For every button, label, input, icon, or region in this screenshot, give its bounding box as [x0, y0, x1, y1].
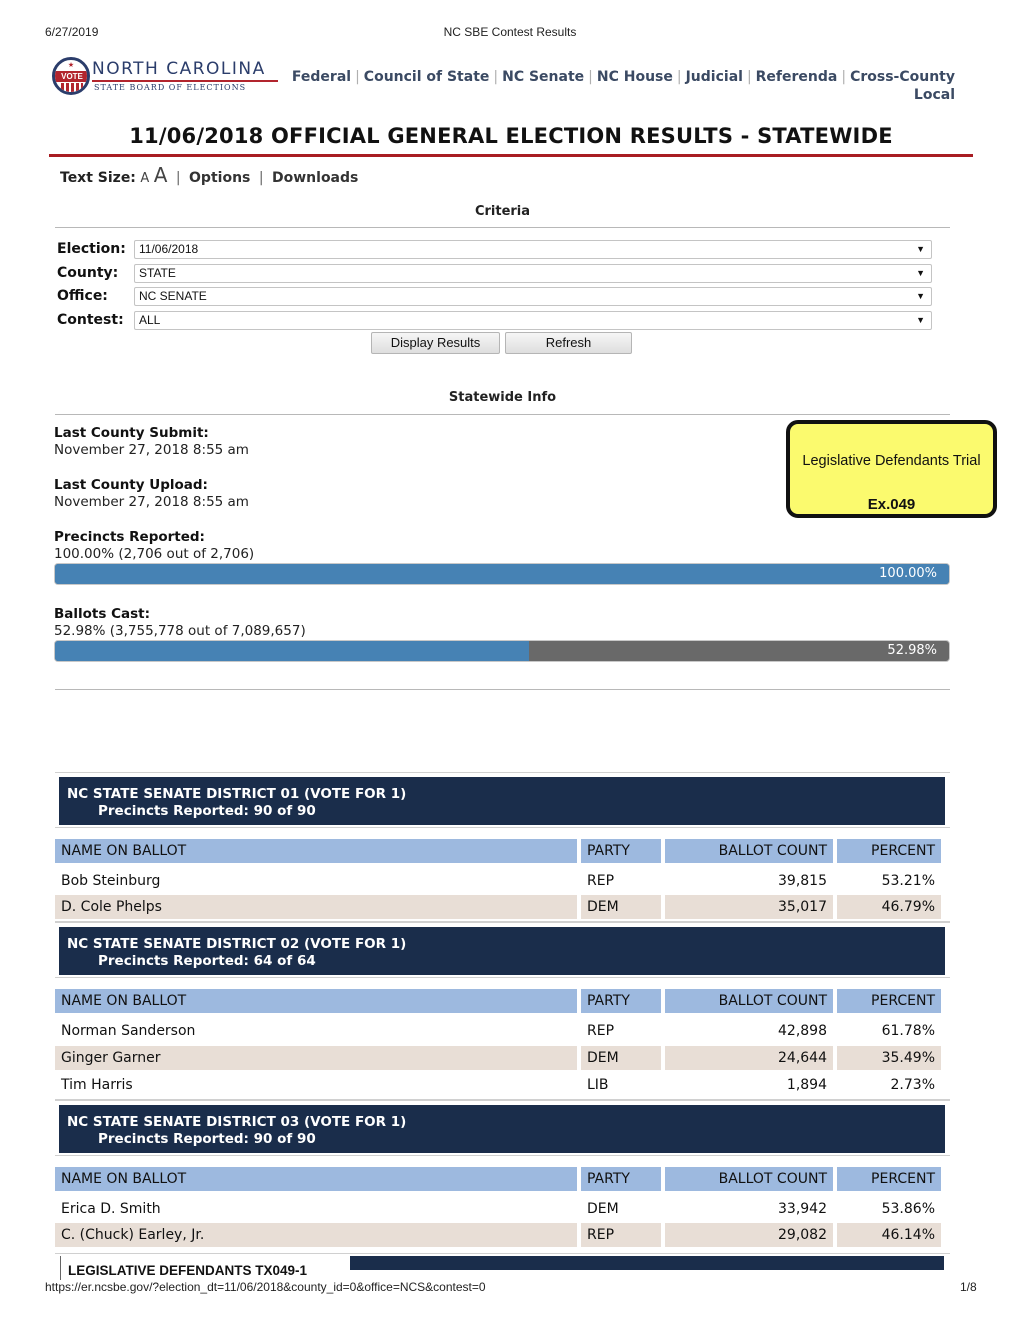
progress-label: 52.98% — [887, 643, 937, 658]
criteria-heading: Criteria — [474, 204, 531, 219]
exhibit-stamp: LEGISLATIVE DEFENDANTS TX049-1 — [60, 1256, 350, 1280]
nav-judicial[interactable]: Judicial — [686, 69, 743, 85]
contest-title: NC STATE SENATE DISTRICT 03 (VOTE FOR 1) — [67, 1114, 407, 1130]
column-header-percent: PERCENT — [837, 839, 941, 863]
contest-precincts: Precincts Reported: 90 of 90 — [98, 803, 316, 819]
display-results-button[interactable]: Display Results — [371, 332, 500, 354]
progress-fill — [55, 641, 529, 661]
text-size-small-button[interactable]: A — [140, 171, 149, 186]
dropdown-arrow-icon: ▼ — [916, 291, 925, 301]
title-divider — [49, 154, 973, 157]
dropdown-arrow-icon: ▼ — [916, 268, 925, 278]
column-header-party: PARTY — [581, 839, 661, 863]
nav-referenda[interactable]: Referenda — [756, 69, 838, 85]
exhibit-caption: Legislative Defendants Trial — [802, 453, 981, 469]
contest-banner: NC STATE SENATE DISTRICT 01 (VOTE FOR 1)… — [59, 777, 945, 825]
table-row: Erica D. Smith DEM 33,942 53.86% — [61, 1201, 935, 1217]
downloads-link[interactable]: Downloads — [272, 170, 358, 186]
progress-fill — [55, 564, 949, 584]
print-footer-url: https://er.ncsbe.gov/?election_dt=11/06/… — [45, 1280, 486, 1294]
ballots-progress-bar: 52.98% — [54, 640, 950, 662]
statewide-info-heading: Statewide Info — [448, 390, 557, 405]
contest-banner: NC STATE SENATE DISTRICT 03 (VOTE FOR 1)… — [59, 1105, 945, 1153]
nav-federal[interactable]: Federal — [292, 69, 351, 85]
table-row: C. (Chuck) Earley, Jr. REP 29,082 46.14% — [55, 1223, 941, 1247]
column-header-percent: PERCENT — [837, 989, 941, 1013]
contest-banner: NC STATE SENATE DISTRICT 02 (VOTE FOR 1)… — [59, 927, 945, 975]
print-title: NC SBE Contest Results — [443, 25, 577, 39]
column-header-name: NAME ON BALLOT — [55, 839, 577, 863]
contest-banner-partial — [350, 1256, 944, 1270]
dropdown-arrow-icon: ▼ — [916, 315, 925, 325]
text-size-label: Text Size: — [60, 170, 136, 186]
contest-table: NC STATE SENATE DISTRICT 02 (VOTE FOR 1)… — [55, 922, 950, 1100]
dropdown-arrow-icon: ▼ — [916, 244, 925, 254]
last-upload-label: Last County Upload: — [54, 477, 208, 493]
table-header-row: NAME ON BALLOT PARTY BALLOT COUNT PERCEN… — [55, 839, 941, 863]
precincts-progress-bar: 100.00% — [54, 563, 950, 585]
county-label: County: — [57, 265, 119, 281]
print-page-number: 1/8 — [960, 1280, 977, 1294]
ncsbe-logo[interactable]: ★ VOTE NORTH CAROLINA STATE BOARD OF ELE… — [52, 57, 280, 99]
precincts-reported-value: 100.00% (2,706 out of 2,706) — [54, 546, 255, 562]
table-row: Tim Harris LIB 1,894 2.73% — [61, 1077, 935, 1093]
office-select[interactable]: NC SENATE ▼ — [134, 287, 932, 306]
refresh-button[interactable]: Refresh — [505, 332, 632, 354]
column-header-party: PARTY — [581, 989, 661, 1013]
divider — [55, 414, 950, 415]
nav-nc-house[interactable]: NC House — [597, 69, 673, 85]
table-row: D. Cole Phelps DEM 35,017 46.79% — [55, 895, 941, 919]
contest-table: NC STATE SENATE DISTRICT 01 (VOTE FOR 1)… — [55, 772, 950, 922]
contest-title: NC STATE SENATE DISTRICT 01 (VOTE FOR 1) — [67, 786, 407, 802]
contest-precincts: Precincts Reported: 64 of 64 — [98, 953, 316, 969]
table-header-row: NAME ON BALLOT PARTY BALLOT COUNT PERCEN… — [55, 989, 941, 1013]
column-header-ballot-count: BALLOT COUNT — [665, 1167, 833, 1191]
contest-table: NC STATE SENATE DISTRICT 03 (VOTE FOR 1)… — [55, 1100, 950, 1252]
column-header-party: PARTY — [581, 1167, 661, 1191]
last-submit-label: Last County Submit: — [54, 425, 209, 441]
options-link[interactable]: Options — [189, 170, 250, 186]
column-header-name: NAME ON BALLOT — [55, 989, 577, 1013]
logo-subtitle: STATE BOARD OF ELECTIONS — [94, 83, 247, 92]
office-label: Office: — [57, 288, 108, 304]
exhibit-number: Ex.049 — [867, 496, 916, 513]
contest-title: NC STATE SENATE DISTRICT 02 (VOTE FOR 1) — [67, 936, 407, 952]
table-row: Bob Steinburg REP 39,815 53.21% — [61, 873, 935, 889]
last-upload-value: November 27, 2018 8:55 am — [54, 494, 249, 510]
vote-seal-icon: ★ VOTE — [52, 57, 90, 95]
progress-label: 100.00% — [879, 566, 937, 581]
last-submit-value: November 27, 2018 8:55 am — [54, 442, 249, 458]
contest-select[interactable]: ALL ▼ — [134, 311, 932, 330]
election-select[interactable]: 11/06/2018 ▼ — [134, 240, 932, 259]
column-header-name: NAME ON BALLOT — [55, 1167, 577, 1191]
column-header-percent: PERCENT — [837, 1167, 941, 1191]
table-header-row: NAME ON BALLOT PARTY BALLOT COUNT PERCEN… — [55, 1167, 941, 1191]
column-header-ballot-count: BALLOT COUNT — [665, 989, 833, 1013]
top-nav: Federal | Council of State | NC Senate | NC Ho… — [291, 69, 955, 103]
logo-title: NORTH CAROLINA — [92, 59, 266, 79]
contest-label: Contest: — [57, 312, 124, 328]
county-select[interactable]: STATE ▼ — [134, 264, 932, 283]
column-header-ballot-count: BALLOT COUNT — [665, 839, 833, 863]
table-row: Norman Sanderson REP 42,898 61.78% — [61, 1023, 935, 1039]
divider — [55, 227, 950, 228]
text-size-toolbar: Text Size: A A | Options | Downloads — [60, 163, 359, 187]
text-size-large-button[interactable]: A — [154, 163, 168, 187]
nav-nc-senate[interactable]: NC Senate — [502, 69, 584, 85]
ballots-cast-label: Ballots Cast: — [54, 606, 151, 622]
nav-cross-county-local[interactable]: Cross-County Local — [850, 69, 955, 103]
contest-precincts: Precincts Reported: 90 of 90 — [98, 1131, 316, 1147]
precincts-reported-label: Precincts Reported: — [54, 529, 205, 545]
page-title: 11/06/2018 OFFICIAL GENERAL ELECTION RES… — [129, 124, 893, 148]
nav-council-of-state[interactable]: Council of State — [364, 69, 490, 85]
divider — [55, 689, 950, 690]
table-row: Ginger Garner DEM 24,644 35.49% — [55, 1046, 941, 1070]
election-label: Election: — [57, 241, 126, 257]
exhibit-sticker: Legislative Defendants Trial Ex.049 — [786, 420, 997, 518]
ballots-cast-value: 52.98% (3,755,778 out of 7,089,657) — [54, 623, 306, 639]
